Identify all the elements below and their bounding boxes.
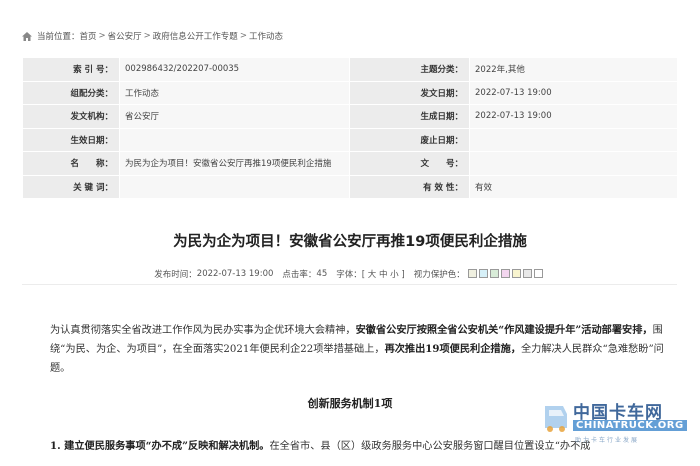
eye-care-swatches: [467, 269, 545, 278]
meta-value-category: 工作动态: [119, 80, 350, 105]
meta-key-keywords: 关 键 词：: [22, 174, 120, 199]
views-count: 45: [316, 268, 328, 279]
meta-key-index-no: 索 引 号：: [22, 57, 120, 82]
views-label: 点击率：: [282, 269, 317, 280]
meta-value-issue-date: 2022-07-13 19:00: [469, 80, 678, 105]
watermark-en: CHINATRUCK.ORG: [573, 420, 687, 431]
color-swatch-3[interactable]: [489, 269, 499, 278]
meta-value-doc-no: [469, 151, 678, 176]
breadcrumb-prefix: 当前位置：: [37, 32, 80, 42]
meta-key-effective-date: 生效日期：: [22, 127, 120, 152]
meta-key-expiry-date: 废止日期：: [349, 127, 470, 152]
meta-value-index-no: 002986432/202207-00035: [119, 57, 350, 82]
color-swatch-7[interactable]: [533, 269, 543, 278]
meta-value-topic: 2022年,其他: [469, 57, 678, 82]
meta-value-expiry-date: [469, 127, 678, 152]
article-title: 为民为企为项目！安徽省公安厅再推19项便民利企措施: [173, 234, 527, 250]
table-row: 生效日期： 废止日期：: [22, 127, 678, 152]
color-swatch-5[interactable]: [511, 269, 521, 278]
color-swatch-2[interactable]: [478, 269, 488, 278]
font-size-control[interactable]: 字体：[ 大 中 小 ]: [336, 268, 404, 280]
meta-value-keywords: [119, 174, 350, 199]
table-row: 关 键 词： 有 效 性： 有效: [22, 174, 678, 199]
meta-value-name: 为民为企为项目！安徽省公安厅再推19项便民利企措施: [119, 151, 350, 176]
breadcrumb: 当前位置： 首页 > 省公安厅 > 政府信息公开工作专题 > 工作动态: [22, 29, 283, 43]
breadcrumb-separator: >: [239, 31, 247, 41]
intro-part-2: 安徽省公安厅按照全省公安机关“作风建设提升年”活动部署安排，: [355, 324, 653, 336]
article-info-bar: 发布时间： 2022-07-13 19:00 点击率： 45 字体：[ 大 中 …: [22, 263, 677, 285]
meta-value-issuer: 省公安厅: [119, 104, 350, 129]
meta-value-validity: 有效: [469, 174, 678, 199]
breadcrumb-separator: >: [143, 31, 151, 41]
truck-icon: [545, 406, 567, 432]
meta-key-topic: 主题分类：: [349, 57, 470, 82]
watermark-sub: 助力卡车行业发展: [575, 437, 640, 444]
color-swatch-1[interactable]: [467, 269, 477, 278]
home-icon: [22, 31, 32, 41]
table-row: 组配分类： 工作动态 发文日期： 2022-07-13 19:00: [22, 80, 678, 105]
table-row: 发文机构： 省公安厅 生成日期： 2022-07-13 19:00: [22, 104, 678, 129]
meta-key-validity: 有 效 性：: [349, 174, 470, 199]
meta-value-effective-date: [119, 127, 350, 152]
table-row: 索 引 号： 002986432/202207-00035 主题分类： 2022…: [22, 57, 678, 82]
publish-time-value: 2022-07-13 19:00: [196, 268, 274, 279]
meta-key-name: 名 称：: [22, 151, 120, 176]
color-swatch-6[interactable]: [522, 269, 532, 278]
breadcrumb-police-dept-link[interactable]: 省公安厅: [108, 30, 142, 42]
color-swatch-4[interactable]: [500, 269, 510, 278]
meta-key-doc-no: 文 号：: [349, 151, 470, 176]
meta-value-created-date: 2022-07-13 19:00: [469, 104, 678, 129]
breadcrumb-gov-info-link[interactable]: 政府信息公开工作专题: [153, 30, 238, 42]
meta-key-issuer: 发文机构：: [22, 104, 120, 129]
eye-care-label: 视力保护色：: [413, 269, 465, 280]
meta-key-created-date: 生成日期：: [349, 104, 470, 129]
intro-part-4: 再次推出19项便民利企措施，: [384, 343, 521, 356]
watermark-logo: 中国卡车网 CHINATRUCK.ORG 助力卡车行业发展: [541, 398, 687, 448]
meta-key-issue-date: 发文日期：: [349, 80, 470, 105]
item-1-title: 1. 建立便民服务事项“办不成”反映和解决机制。: [50, 440, 270, 452]
breadcrumb-home-link[interactable]: 首页: [80, 30, 97, 42]
intro-part-1: 为认真贯彻落实全省改进工作作风为民办实事为企优环境大会精神，: [50, 325, 356, 336]
breadcrumb-separator: >: [98, 31, 106, 41]
document-meta-table: 索 引 号： 002986432/202207-00035 主题分类： 2022…: [22, 57, 678, 199]
publish-time-label: 发布时间：: [154, 269, 197, 280]
meta-key-category: 组配分类：: [22, 80, 120, 105]
breadcrumb-work-news-link[interactable]: 工作动态: [249, 30, 283, 42]
article-paragraph-intro: 为认真贯彻落实全省改进工作作风为民办实事为企优环境大会精神，安徽省公安厅按照全省…: [50, 321, 680, 378]
table-row: 名 称： 为民为企为项目！安徽省公安厅再推19项便民利企措施 文 号：: [22, 151, 678, 176]
